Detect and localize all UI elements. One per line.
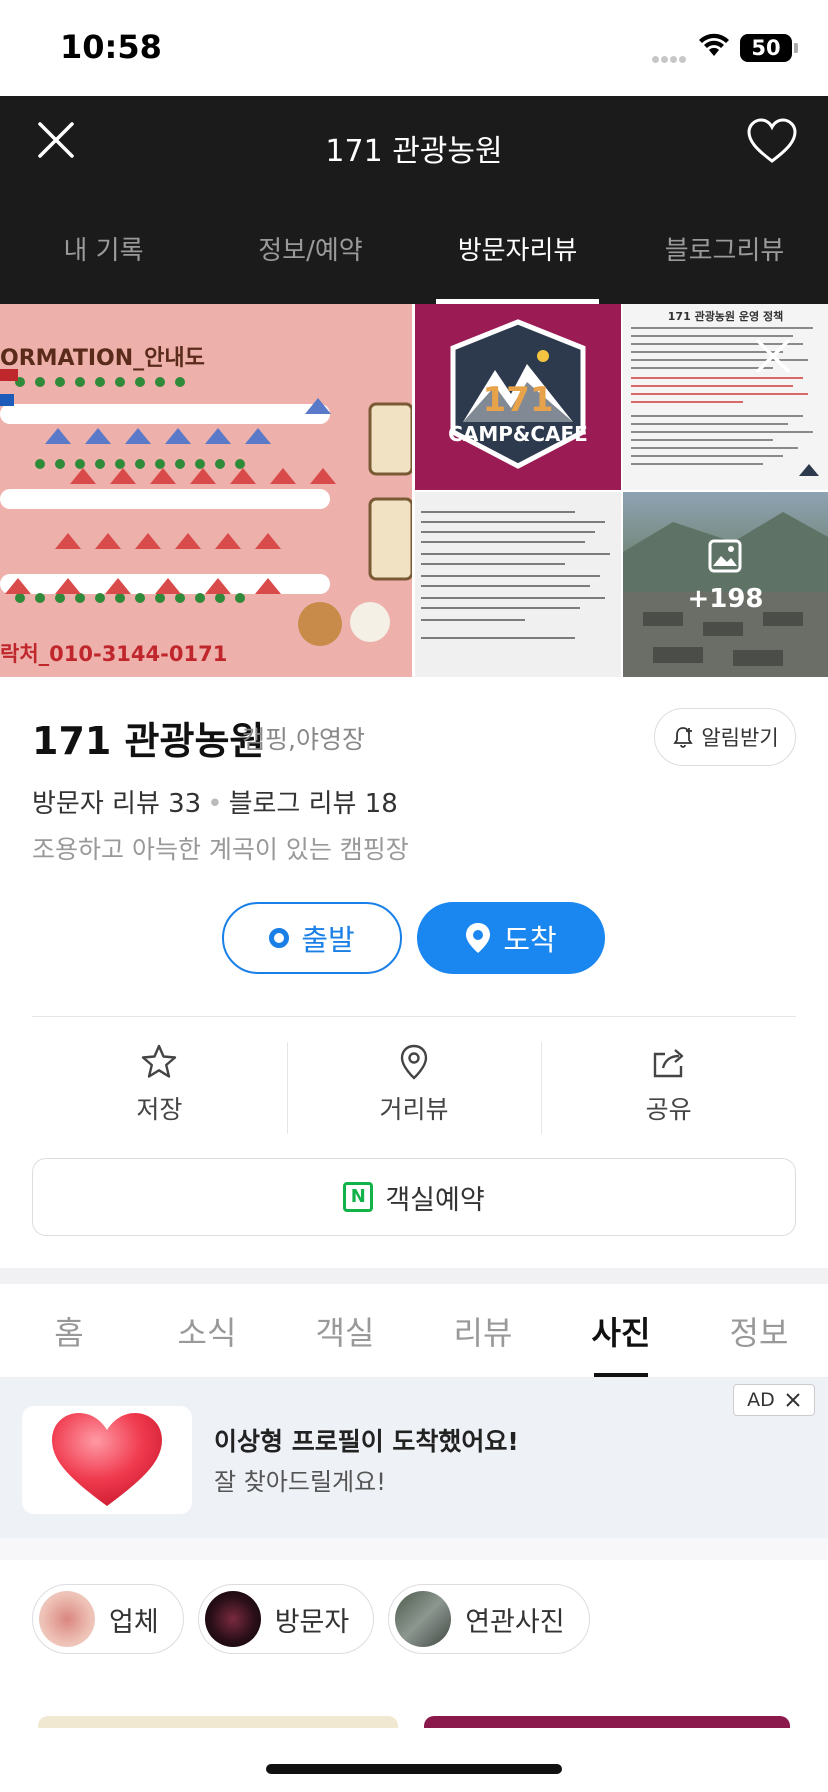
save-button[interactable]: 저장: [32, 1040, 287, 1140]
location-pin-icon: [466, 923, 491, 953]
naver-booking-icon: N: [343, 1182, 374, 1212]
chip-business-photos[interactable]: 업체: [32, 1584, 184, 1654]
section-divider: [0, 1538, 828, 1560]
tab-rooms[interactable]: 객실: [276, 1284, 414, 1377]
room-booking-button[interactable]: N 객실예약: [32, 1158, 796, 1236]
tab-my-records[interactable]: 내 기록: [0, 206, 207, 304]
depart-label: 출발: [301, 923, 355, 957]
ad-label: AD: [747, 1389, 775, 1411]
place-name: 171 관광농원: [32, 719, 265, 763]
map-phone: 락처_010-3144-0171: [0, 642, 228, 666]
heart-icon: [52, 1413, 162, 1506]
share-label: 공유: [645, 1095, 692, 1124]
place-category: 캠핑,야영장: [242, 725, 365, 754]
chip-related-photos[interactable]: 연관사진: [388, 1584, 590, 1654]
favorite-heart-icon[interactable]: [746, 116, 798, 168]
section-divider: [0, 1268, 828, 1284]
ad-subtitle: 잘 찾아드릴게요!: [214, 1468, 386, 1496]
tab-info-reservation[interactable]: 정보/예약: [207, 206, 414, 304]
photo-card-peek: [424, 1716, 790, 1728]
place-detail-screen: 10:58 50 171 관광농원 내 기록 정보/예약 방문자리뷰 블로그리뷰: [0, 0, 828, 1792]
logo-text: CAMP&CAFE: [448, 422, 588, 446]
place-section-tabs: 홈 소식 객실 리뷰 사진 정보: [0, 1284, 828, 1378]
image-gallery-icon: [708, 539, 742, 573]
share-button[interactable]: 공유: [541, 1040, 796, 1140]
photo-grid: ORMATION_안내도 락처_010-3144-0171 171 CAMP&C…: [0, 304, 828, 677]
battery-icon: 50: [740, 34, 798, 62]
blog-review-link[interactable]: 블로그 리뷰 18: [229, 789, 398, 819]
status-bar: 10:58 50: [0, 0, 828, 96]
ad-title: 이상형 프로필이 도착했어요!: [214, 1427, 519, 1456]
status-time: 10:58: [60, 28, 162, 66]
tab-blog-reviews[interactable]: 블로그리뷰: [621, 206, 828, 304]
ad-thumbnail: [22, 1406, 192, 1514]
tab-news[interactable]: 소식: [138, 1284, 276, 1377]
notice-text-lines: [421, 511, 610, 639]
map-heading: ORMATION_안내도: [0, 346, 205, 371]
arrive-button[interactable]: 도착: [417, 902, 605, 974]
chip-label: 연관사진: [465, 1606, 565, 1638]
chip-label: 업체: [109, 1606, 159, 1638]
photo-filter-chips: 업체 방문자 연관사진: [32, 1584, 590, 1654]
review-tabs: 내 기록 정보/예약 방문자리뷰 블로그리뷰: [0, 206, 828, 304]
arrive-label: 도착: [503, 923, 557, 957]
chip-label: 방문자: [274, 1606, 350, 1638]
app-header: 171 관광농원 내 기록 정보/예약 방문자리뷰 블로그리뷰: [0, 96, 828, 304]
photo-campsite-view[interactable]: +198: [623, 492, 828, 677]
street-view-label: 거리뷰: [379, 1095, 449, 1124]
origin-dot-icon: [269, 928, 290, 948]
photo-notice-text[interactable]: [415, 492, 621, 677]
share-icon: [653, 1049, 683, 1078]
separator-dot: •: [207, 789, 223, 819]
depart-button[interactable]: 출발: [222, 902, 402, 974]
home-indicator: [266, 1764, 562, 1774]
notification-label: 알림받기: [701, 726, 779, 750]
related-thumbnail: [395, 1591, 452, 1647]
photo-card-peek: [38, 1716, 398, 1728]
divider: [32, 1016, 796, 1017]
ad-close-icon[interactable]: [785, 1392, 801, 1408]
bell-plus-icon: [673, 727, 694, 748]
star-icon: [142, 1044, 177, 1078]
street-view-button[interactable]: 거리뷰: [286, 1040, 542, 1140]
business-thumbnail: [39, 1591, 95, 1647]
visitor-review-link[interactable]: 방문자 리뷰 33: [32, 789, 201, 819]
more-photos-count[interactable]: +198: [623, 584, 828, 614]
photo-camp-cafe-logo[interactable]: 171 CAMP&CAFE: [415, 304, 621, 490]
map-pin-icon: [400, 1044, 428, 1080]
review-counts: 방문자 리뷰 33 • 블로그 리뷰 18: [32, 783, 398, 820]
tab-visitor-reviews[interactable]: 방문자리뷰: [414, 206, 621, 304]
policy-text-lines: [631, 327, 819, 476]
photo-campsite-map[interactable]: ORMATION_안내도 락처_010-3144-0171: [0, 304, 412, 677]
logo-number: 171: [482, 380, 554, 420]
wifi-icon: [699, 33, 729, 56]
cellular-signal-icon: [652, 48, 690, 63]
tab-info[interactable]: 정보: [690, 1284, 828, 1377]
header-title: 171 관광농원: [325, 134, 503, 169]
tab-photos[interactable]: 사진: [552, 1284, 690, 1377]
tab-reviews[interactable]: 리뷰: [414, 1284, 552, 1377]
chip-visitor-photos[interactable]: 방문자: [197, 1584, 375, 1654]
action-bar: 저장 거리뷰 공유: [32, 1040, 796, 1140]
policy-title: 171 관광농원 운영 정책: [667, 310, 784, 323]
room-booking-label: 객실예약: [385, 1184, 485, 1216]
place-description: 조용하고 아늑한 계곡이 있는 캠핑장: [32, 835, 409, 864]
notification-button[interactable]: 알림받기: [654, 708, 796, 766]
photo-operation-policy[interactable]: 171 관광농원 운영 정책: [623, 304, 828, 490]
visitor-thumbnail: [204, 1591, 261, 1647]
ad-badge: AD: [733, 1384, 815, 1416]
tab-home[interactable]: 홈: [0, 1284, 138, 1377]
save-label: 저장: [136, 1095, 183, 1124]
close-icon[interactable]: [753, 336, 793, 376]
ad-banner[interactable]: 이상형 프로필이 도착했어요! 잘 찾아드릴게요! AD: [0, 1378, 828, 1538]
